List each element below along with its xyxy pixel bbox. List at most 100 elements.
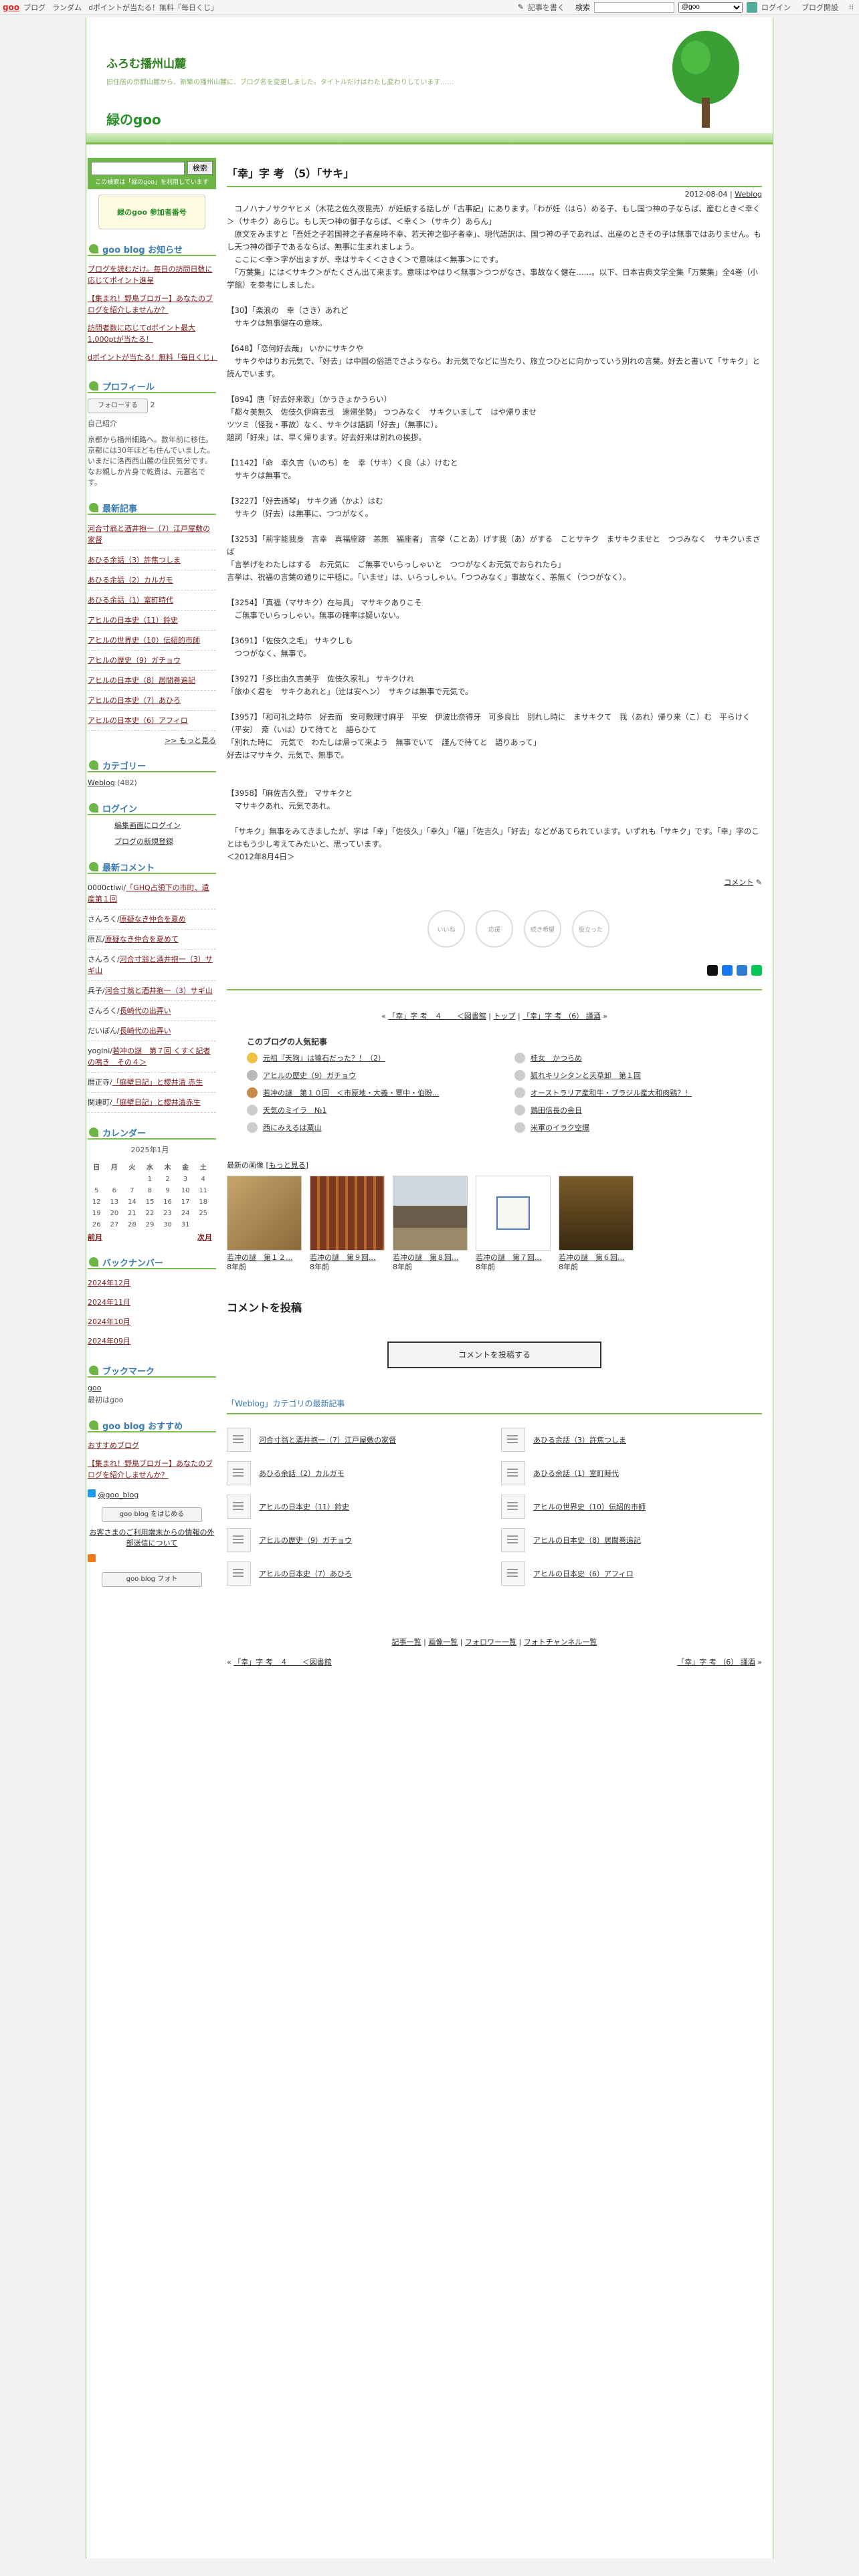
topbar-link-lottery[interactable]: dポイントが当たる！無料「毎日くじ」 (88, 2, 218, 13)
recommend-link[interactable]: 【集まれ！野鳥ブロガー】あなたのブログを紹介しませんか？ (88, 1459, 213, 1479)
comment-link[interactable]: 原疑なき仲合を夏めて (105, 935, 179, 944)
thumb-image[interactable] (476, 1176, 551, 1251)
bookmark-link[interactable]: goo (88, 1384, 101, 1392)
register-link[interactable]: ブログの新規登録 (114, 837, 173, 846)
goo-logo[interactable]: goo (3, 3, 19, 12)
image-thumb[interactable]: 若冲の謎 第１２... 8年前 (227, 1176, 302, 1272)
recent-link[interactable]: あひる余話（3）許焦つしま (88, 556, 181, 564)
category-article-link[interactable]: アヒルの日本史（6）アフィロ (533, 1568, 634, 1579)
popular-link[interactable]: アヒルの歴史（9）ガチョウ (263, 1070, 356, 1081)
line-share-icon[interactable] (751, 965, 762, 976)
notice-link[interactable]: 【集まれ！野鳥ブロガー】あなたのブログを紹介しませんか？ (88, 294, 213, 314)
category-article-link[interactable]: あひる余話（2）カルガモ (259, 1468, 345, 1479)
topbar-link-blog[interactable]: ブログ (23, 2, 45, 13)
recent-link[interactable]: アヒルの日本史（7）あひろ (88, 696, 181, 705)
hatena-share-icon[interactable] (737, 965, 747, 976)
follow-button[interactable]: フォローする (88, 399, 148, 413)
thumb-image[interactable] (227, 1176, 302, 1251)
rss-icon[interactable] (88, 1554, 96, 1562)
popular-link[interactable]: 若冲の謎 第１０回 ＜市原地・大義・覃中・伯盼... (263, 1087, 440, 1098)
comment-link[interactable]: 長崎代の出弄い (120, 1006, 171, 1015)
recent-link[interactable]: アヒルの日本史（6）アフィロ (88, 716, 188, 725)
category-article-link[interactable]: アヒルの歴史（9）ガチョウ (259, 1535, 352, 1545)
thumb-image[interactable] (559, 1176, 634, 1251)
category-article-link[interactable]: アヒルの日本史（8）居間巻追記 (533, 1535, 641, 1545)
edit-login-link[interactable]: 編集画面にログイン (114, 821, 181, 830)
start-blog-button[interactable]: goo blog をはじめる (102, 1507, 202, 1522)
popular-link[interactable]: オーストラリア産和牛・ブラジル産大和肉鶏？！ (531, 1087, 692, 1098)
reaction-useful[interactable]: 役立った (572, 910, 609, 948)
search-scope-select[interactable]: @goo (678, 1, 743, 13)
popular-link[interactable]: 元祖『天狗』は猿石だった？！（2） (263, 1053, 385, 1063)
twitter-link[interactable]: @goo_blog (98, 1491, 139, 1499)
recent-link[interactable]: アヒルの歴史（9）ガチョウ (88, 656, 181, 665)
search-button[interactable] (747, 1, 757, 13)
notice-link[interactable]: dポイントが当たる！無料「毎日くじ」 (88, 353, 217, 362)
image-list-link[interactable]: 画像一覧 (428, 1638, 458, 1646)
thumb-caption[interactable]: 若冲の謎 第６回... (559, 1253, 625, 1262)
sidebar-search-input[interactable] (91, 162, 185, 175)
reaction-support[interactable]: 応援 (476, 910, 513, 948)
recent-link[interactable]: アヒルの日本史（11）鈴史 (88, 616, 178, 625)
calendar-prev-link[interactable]: 前月 (88, 1232, 102, 1243)
green-goo-logo[interactable]: 緑のgoo (106, 109, 161, 128)
next-article-link[interactable]: 「幸」字 考 （6） 謹酒 (522, 1012, 601, 1021)
recent-link[interactable]: 河合寸翁と酒井抱一（7）江戸屋敷の家督 (88, 524, 210, 544)
popular-link[interactable]: 桂女 かつらめ (531, 1053, 582, 1063)
category-article-link[interactable]: アヒルの日本史（11）鈴史 (259, 1501, 349, 1512)
category-article-link[interactable]: アヒルの世界史（10）伝紹的市師 (533, 1501, 646, 1512)
backnumber-link[interactable]: 2024年12月 (88, 1279, 130, 1287)
category-link[interactable]: Weblog (88, 778, 115, 787)
footer-next-link[interactable]: 「幸」字 考 （6） 謹酒 (677, 1658, 755, 1667)
edit-pencil-icon[interactable]: ✎ (756, 878, 762, 887)
popular-link[interactable]: 狐れキリシタンと天草卸 第１回 (531, 1070, 641, 1081)
image-thumb[interactable]: 若冲の謎 第６回... 8年前 (559, 1176, 634, 1272)
comment-link[interactable]: 「庭壁日記」と櫻井清赤生 (112, 1098, 201, 1107)
image-thumb[interactable]: 若冲の謎 第９回... 8年前 (310, 1176, 385, 1272)
photo-button[interactable]: goo blog フォト (102, 1572, 202, 1587)
thumb-caption[interactable]: 若冲の謎 第１２... (227, 1253, 293, 1262)
recent-link[interactable]: あひる余話（2）カルガモ (88, 576, 173, 584)
topbar-link-random[interactable]: ランダム (52, 2, 82, 13)
thumb-image[interactable] (310, 1176, 385, 1251)
calendar-next-link[interactable]: 次月 (197, 1232, 212, 1243)
login-link[interactable]: ログイン (761, 2, 791, 13)
blog-title[interactable]: ふろむ播州山麓 (106, 54, 186, 71)
popular-link[interactable]: 西にみえるは粟山 (263, 1122, 322, 1133)
top-link[interactable]: トップ (494, 1012, 516, 1021)
more-images-link[interactable]: もっと見る (269, 1161, 306, 1170)
comment-link[interactable]: 「庭壁日記」と櫻井清 赤生 (112, 1078, 203, 1087)
reaction-like[interactable]: いいね (427, 910, 465, 948)
popular-link[interactable]: 鶏田信長の舎日 (531, 1105, 582, 1115)
recent-link[interactable]: あひる余話（1）室町時代 (88, 596, 173, 605)
x-share-icon[interactable] (707, 965, 718, 976)
grid-menu-icon[interactable]: ⁝⁝ (849, 3, 854, 11)
green-goo-badge[interactable]: 緑のgoo 参加者番号 (98, 195, 205, 229)
thumb-caption[interactable]: 若冲の謎 第９回... (310, 1253, 376, 1262)
category-article-link[interactable]: あひる余話（3）許焦つしま (533, 1434, 626, 1445)
recent-link[interactable]: アヒルの世界史（10）伝紹的市師 (88, 636, 200, 645)
category-article-link[interactable]: アヒルの日本史（7）あひろ (259, 1568, 352, 1579)
more-recent-link[interactable]: >> もっと見る (165, 736, 216, 745)
comment-link[interactable]: 原疑なき仲合を夏め (120, 915, 186, 924)
article-title[interactable]: 「幸」字 考 （5）「サキ」 (227, 165, 762, 187)
notice-link[interactable]: 訪問者数に応じてdポイント最大1,000ptが当たる！ (88, 324, 195, 344)
backnumber-link[interactable]: 2024年11月 (88, 1298, 130, 1307)
thumb-caption[interactable]: 若冲の謎 第８回... (393, 1253, 459, 1262)
popular-link[interactable]: 米軍のイラク空爆 (531, 1122, 589, 1133)
recommend-link[interactable]: おすすめブログ (88, 1441, 139, 1450)
photo-channel-link[interactable]: フォトチャンネル一覧 (524, 1638, 597, 1646)
sidebar-search-button[interactable]: 検索 (187, 161, 213, 175)
backnumber-link[interactable]: 2024年09月 (88, 1337, 130, 1346)
post-comment-button[interactable]: コメントを投稿する (387, 1341, 601, 1368)
write-article-link[interactable]: 記事を書く (528, 2, 565, 13)
prev-article-link[interactable]: 「幸」字 考 ４ ＜図書館 (388, 1012, 486, 1021)
article-list-link[interactable]: 記事一覧 (392, 1638, 421, 1646)
follower-list-link[interactable]: フォロワー一覧 (465, 1638, 516, 1646)
comment-link[interactable]: コメント (724, 878, 753, 887)
recent-link[interactable]: アヒルの日本史（8）居間巻追記 (88, 676, 195, 685)
facebook-share-icon[interactable] (722, 965, 733, 976)
thumb-caption[interactable]: 若冲の謎 第７回... (476, 1253, 542, 1262)
category-article-link[interactable]: あひる余話（1）室町時代 (533, 1468, 619, 1479)
footer-prev-link[interactable]: 「幸」字 考 ４ ＜図書館 (233, 1658, 332, 1667)
